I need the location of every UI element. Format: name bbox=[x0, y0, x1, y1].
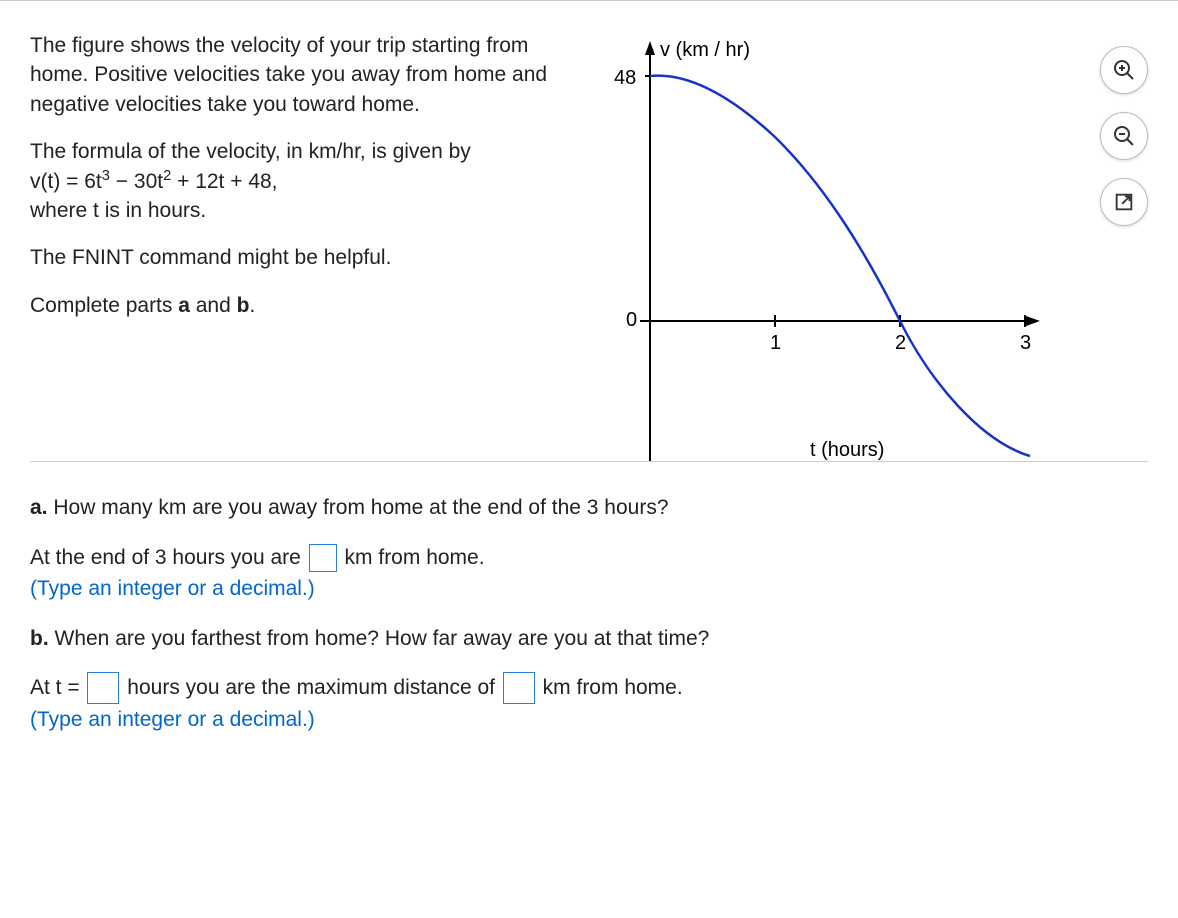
part-b-suffix: km from home. bbox=[543, 676, 683, 699]
y-axis-label: v (km / hr) bbox=[660, 39, 750, 61]
part-a-input[interactable] bbox=[309, 544, 337, 572]
y-tick-48: 48 bbox=[614, 67, 636, 89]
y-tick-0: 0 bbox=[626, 309, 637, 331]
zoom-out-button[interactable] bbox=[1100, 112, 1148, 160]
x-tick-2: 2 bbox=[895, 332, 906, 354]
part-b-instruction: (Type an integer or a decimal.) bbox=[30, 708, 315, 731]
zoom-in-button[interactable] bbox=[1100, 46, 1148, 94]
complete-parts: Complete parts a and b. bbox=[30, 291, 590, 320]
fnint-hint: The FNINT command might be helpful. bbox=[30, 243, 590, 272]
part-a-answer-post: km from home. bbox=[345, 546, 485, 569]
intro-text: The figure shows the velocity of your tr… bbox=[30, 31, 590, 119]
part-b-mid: hours you are the maximum distance of bbox=[127, 676, 501, 699]
popout-button[interactable] bbox=[1100, 178, 1148, 226]
part-b-distance-input[interactable] bbox=[503, 672, 535, 704]
x-tick-3: 3 bbox=[1020, 332, 1031, 354]
velocity-graph: v (km / hr) 48 0 1 2 3 t (hours) bbox=[590, 31, 1050, 461]
velocity-curve bbox=[650, 76, 1030, 456]
popout-icon bbox=[1113, 191, 1135, 213]
zoom-out-icon bbox=[1112, 124, 1136, 148]
part-a-question: a. How many km are you away from home at… bbox=[30, 492, 1148, 524]
part-b-prefix: At t = bbox=[30, 676, 85, 699]
part-b-time-input[interactable] bbox=[87, 672, 119, 704]
x-tick-1: 1 bbox=[770, 332, 781, 354]
part-b-question: b. When are you farthest from home? How … bbox=[30, 623, 1148, 655]
part-a-instruction: (Type an integer or a decimal.) bbox=[30, 577, 315, 600]
zoom-in-icon bbox=[1112, 58, 1136, 82]
part-a: a. How many km are you away from home at… bbox=[30, 492, 1148, 524]
part-a-answer-pre: At the end of 3 hours you are bbox=[30, 546, 307, 569]
part-b: b. When are you farthest from home? How … bbox=[30, 623, 1148, 655]
formula-tail: where t is in hours. bbox=[30, 199, 206, 222]
formula-text: The formula of the velocity, in km/hr, i… bbox=[30, 137, 590, 225]
formula-lead: The formula of the velocity, in km/hr, i… bbox=[30, 140, 471, 163]
problem-statement: The figure shows the velocity of your tr… bbox=[30, 31, 590, 338]
x-axis-label: t (hours) bbox=[810, 439, 884, 461]
